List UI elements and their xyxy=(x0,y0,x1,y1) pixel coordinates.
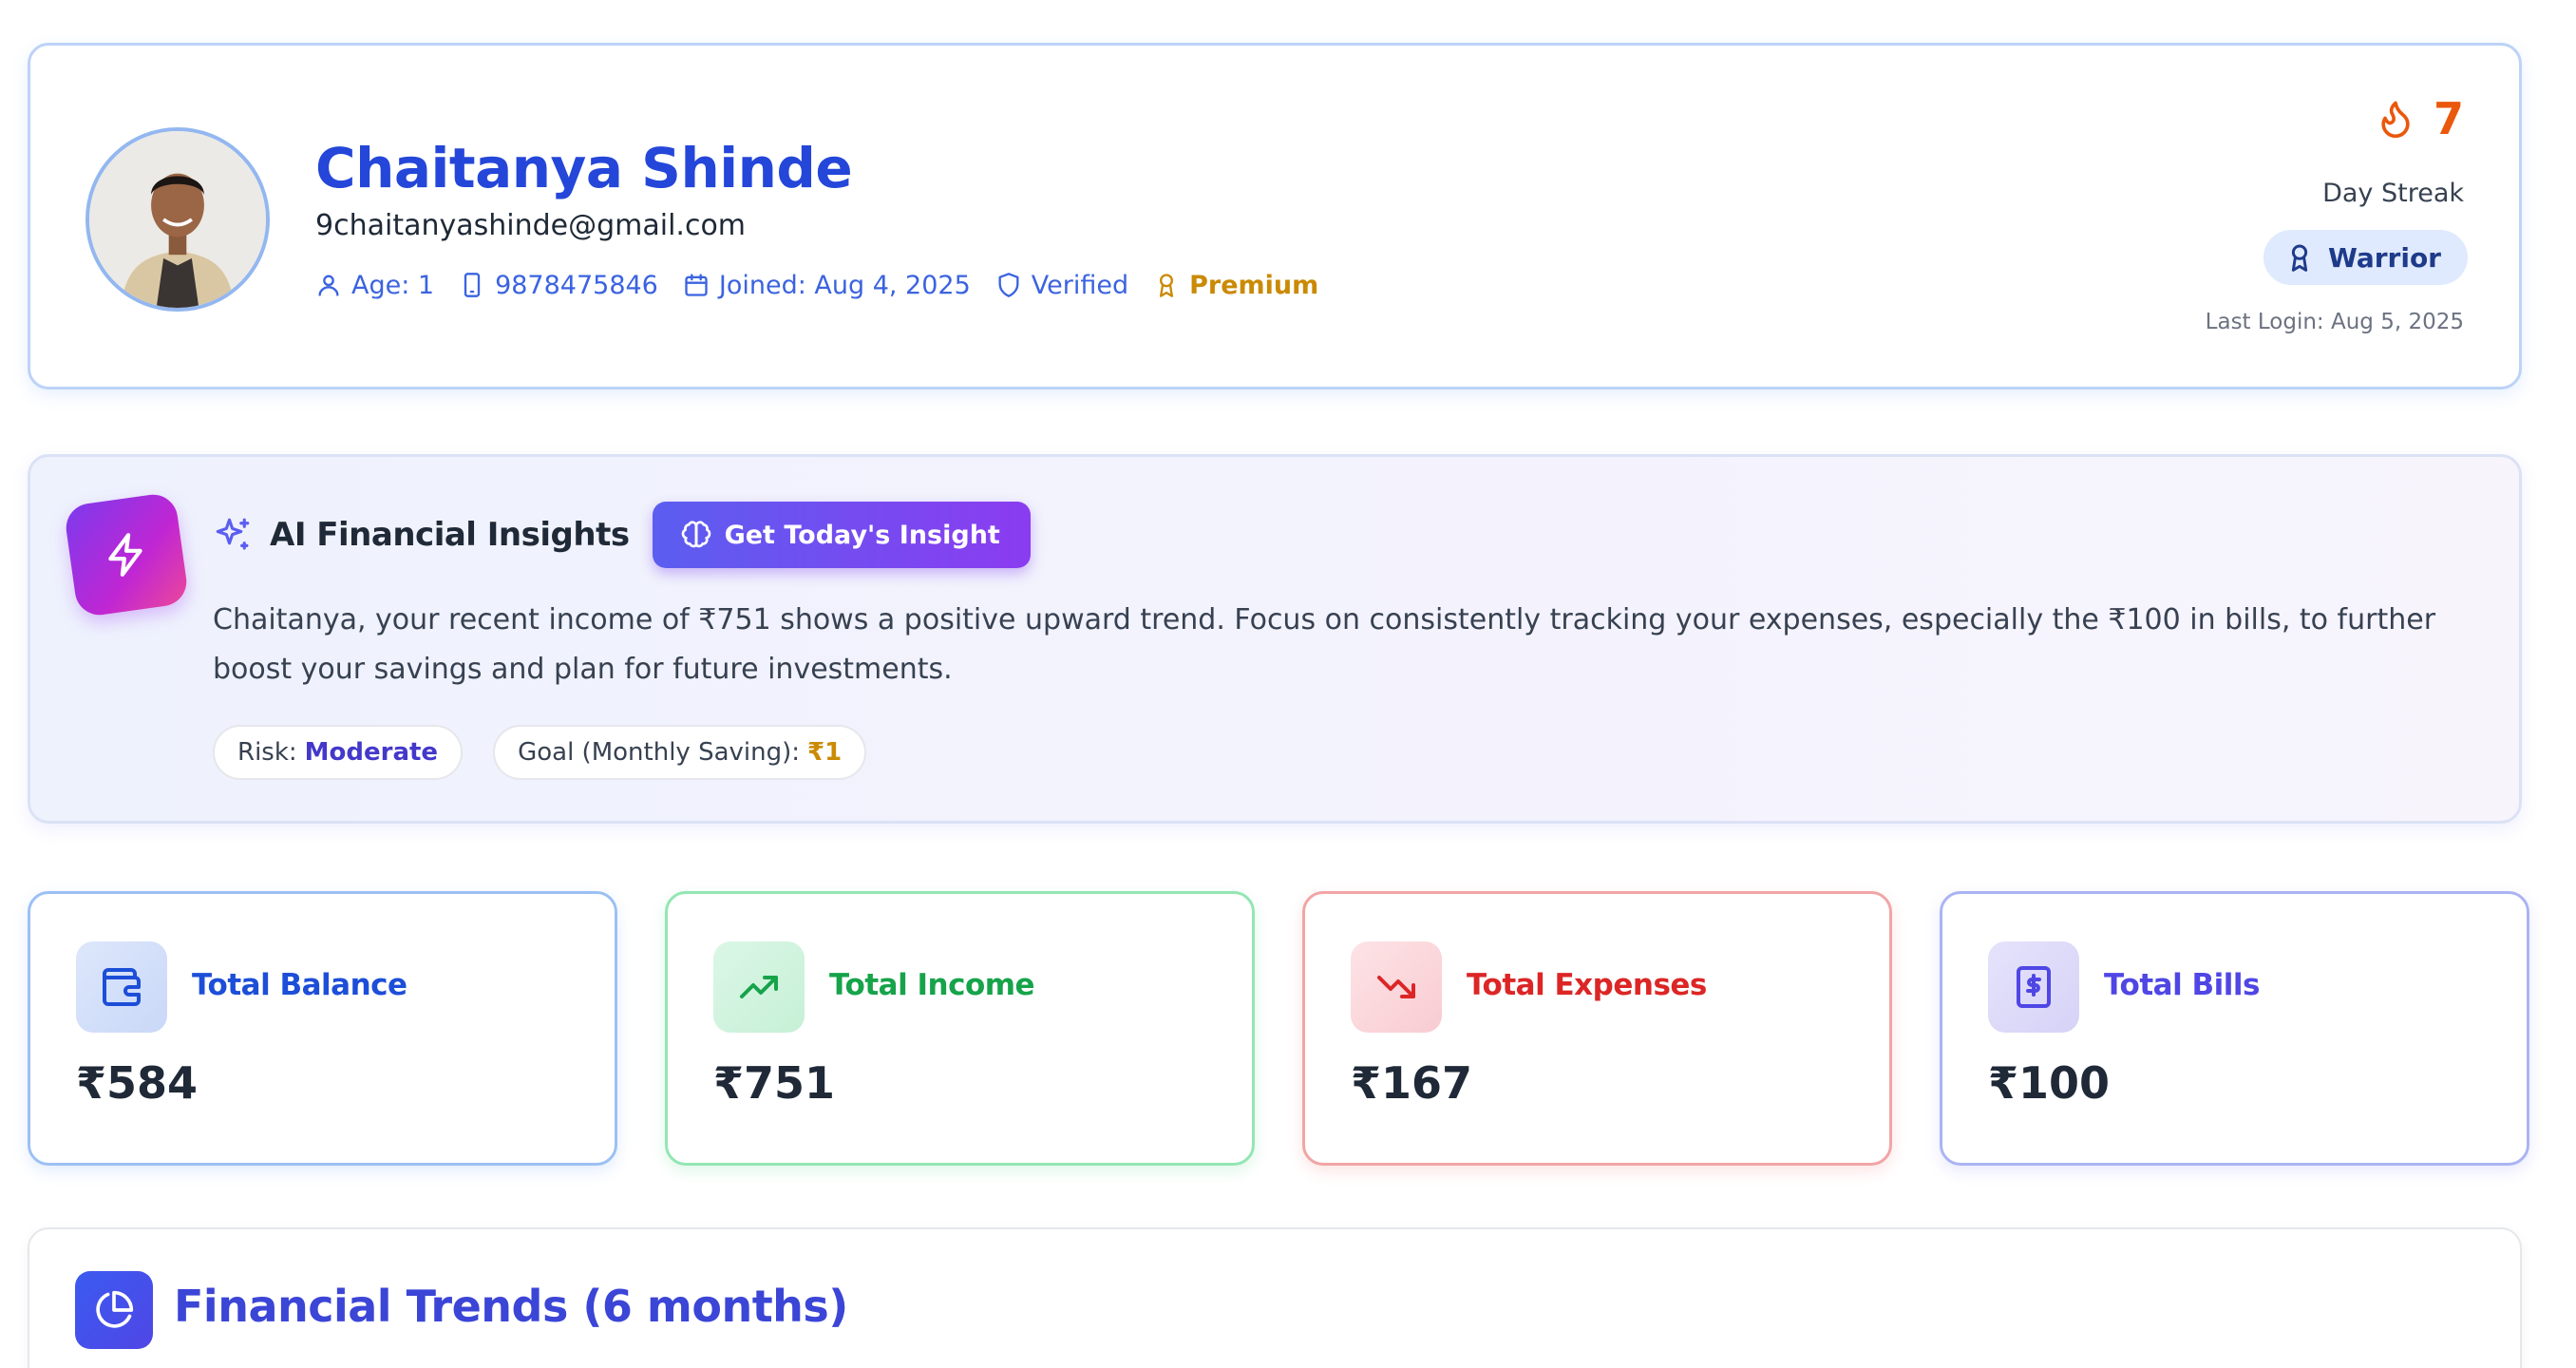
insight-title: AI Financial Insights xyxy=(270,516,630,554)
total-income-label: Total Income xyxy=(829,968,1035,1002)
trending-up-icon xyxy=(740,976,778,998)
flame-icon xyxy=(2381,101,2410,139)
pie-chart-icon xyxy=(96,1290,134,1328)
avatar-photo xyxy=(89,131,266,308)
total-expenses-value: ₹167 xyxy=(1351,1057,1473,1109)
brain-icon xyxy=(681,521,710,548)
premium-label: Premium xyxy=(1189,270,1319,300)
total-bills-label: Total Bills xyxy=(2104,968,2260,1002)
insight-header: AI Financial Insights Get Today's Insigh… xyxy=(213,501,1031,569)
dashboard-page: Chaitanya Shinde 9chaitanyashinde@gmail.… xyxy=(0,0,2576,1368)
shield-icon xyxy=(998,273,1019,297)
risk-value: Moderate xyxy=(304,738,439,767)
total-balance-label: Total Balance xyxy=(192,968,407,1002)
profile-name: Chaitanya Shinde xyxy=(315,136,853,200)
risk-label: Risk: xyxy=(237,738,297,767)
get-insight-button[interactable]: Get Today's Insight xyxy=(652,502,1031,568)
award-icon xyxy=(2291,244,2308,272)
total-expenses-card[interactable]: Total Expenses ₹167 xyxy=(1302,891,1892,1166)
trending-up-icon-tile xyxy=(713,941,805,1033)
rank-badge-label: Warrior xyxy=(2327,241,2441,274)
receipt-dollar-icon-tile xyxy=(1988,941,2079,1033)
joined-label: Joined: Aug 4, 2025 xyxy=(718,270,971,300)
total-expenses-label: Total Expenses xyxy=(1467,968,1707,1002)
calendar-icon xyxy=(685,274,708,296)
wallet-icon xyxy=(103,968,141,1006)
user-icon xyxy=(318,275,339,296)
avatar[interactable] xyxy=(85,127,270,312)
streak-label: Day Streak xyxy=(2322,179,2464,208)
age-info: Age: 1 xyxy=(315,271,434,300)
total-balance-card[interactable]: Total Balance ₹584 xyxy=(28,891,617,1166)
streak-counter: 7 xyxy=(2375,93,2464,144)
get-insight-button-label: Get Today's Insight xyxy=(724,520,1000,550)
pie-chart-icon-tile xyxy=(75,1271,153,1349)
trending-down-icon-tile xyxy=(1351,941,1442,1033)
total-income-card[interactable]: Total Income ₹751 xyxy=(665,891,1255,1166)
receipt-dollar-icon xyxy=(2017,966,2051,1008)
risk-chip: Risk: Moderate xyxy=(213,725,464,780)
sparkles-icon xyxy=(216,518,250,550)
insight-text: Chaitanya, your recent income of ₹751 sh… xyxy=(213,603,2436,686)
total-bills-card[interactable]: Total Bills ₹100 xyxy=(1940,891,2529,1166)
goal-label: Goal (Monthly Saving): xyxy=(518,738,800,767)
profile-meta-row: Age: 1 9878475846 Joined: Aug 4, 2025 Ve… xyxy=(315,266,1318,304)
goal-value: ₹1 xyxy=(807,738,843,767)
phone-label: 9878475846 xyxy=(495,270,658,300)
phone-info: 9878475846 xyxy=(459,271,658,300)
streak-count: 7 xyxy=(2433,93,2464,144)
insight-badge xyxy=(63,491,190,618)
last-login: Last Login: Aug 5, 2025 xyxy=(2205,310,2464,334)
insight-chips: Risk: Moderate Goal (Monthly Saving): ₹1 xyxy=(213,725,867,780)
rank-badge: Warrior xyxy=(2263,230,2468,285)
wallet-icon-tile xyxy=(76,941,167,1033)
profile-card: Chaitanya Shinde 9chaitanyashinde@gmail.… xyxy=(28,43,2522,390)
smartphone-icon xyxy=(464,273,481,297)
trending-down-icon xyxy=(1377,976,1415,998)
award-icon xyxy=(1160,274,1174,297)
verified-label: Verified xyxy=(1031,270,1129,300)
premium-info: Premium xyxy=(1153,271,1318,300)
verified-info: Verified xyxy=(995,271,1128,300)
profile-email: 9chaitanyashinde@gmail.com xyxy=(315,209,747,242)
age-label: Age: 1 xyxy=(351,270,435,300)
total-bills-value: ₹100 xyxy=(1988,1057,2111,1109)
ai-insights-card: AI Financial Insights Get Today's Insigh… xyxy=(28,454,2522,824)
total-balance-value: ₹584 xyxy=(76,1057,199,1109)
total-income-value: ₹751 xyxy=(713,1057,836,1109)
financial-trends-card: Financial Trends (6 months) xyxy=(28,1227,2522,1368)
goal-chip: Goal (Monthly Saving): ₹1 xyxy=(493,725,867,780)
zap-icon xyxy=(108,533,142,577)
financial-trends-title: Financial Trends (6 months) xyxy=(174,1281,848,1332)
joined-info: Joined: Aug 4, 2025 xyxy=(683,271,971,300)
